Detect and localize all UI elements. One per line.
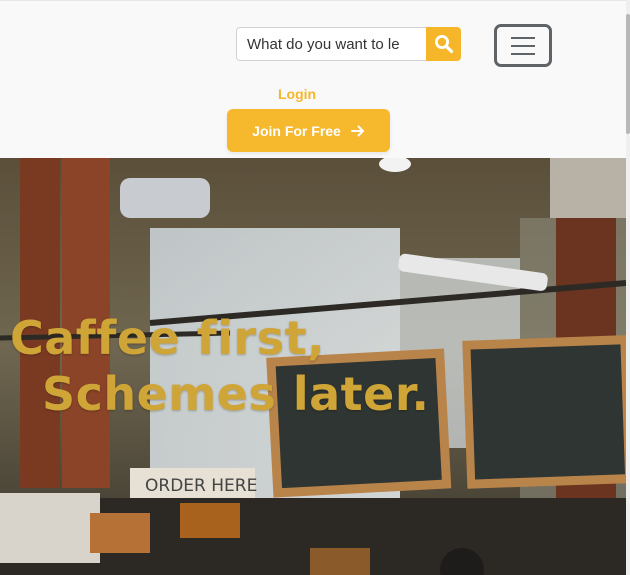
search-input[interactable] — [236, 27, 426, 61]
search-button[interactable] — [426, 27, 461, 61]
hamburger-menu-icon — [511, 52, 535, 55]
search-icon — [434, 35, 453, 54]
login-link[interactable]: Login — [278, 86, 316, 102]
hamburger-menu-icon — [511, 36, 535, 39]
hero-banner: ORDER HERE Caffee first, Schemes later. — [0, 158, 626, 575]
headline-line-2: Schemes later. — [42, 367, 430, 421]
headline-line-1: Caffee first, — [10, 311, 326, 365]
order-here-sign: ORDER HERE — [145, 476, 257, 496]
menu-toggle-button[interactable] — [494, 24, 552, 67]
join-for-free-button[interactable]: Join For Free — [227, 109, 390, 152]
join-button-label: Join For Free — [252, 122, 341, 139]
arrow-right-icon — [350, 125, 364, 136]
search-bar — [236, 27, 461, 63]
scrollbar-thumb[interactable] — [626, 14, 630, 134]
page: Login Join For Free — [0, 0, 626, 575]
hamburger-menu-icon — [511, 44, 535, 47]
site-header: Login Join For Free — [0, 0, 626, 159]
hero-headline: Caffee first, Schemes later. — [10, 310, 429, 422]
